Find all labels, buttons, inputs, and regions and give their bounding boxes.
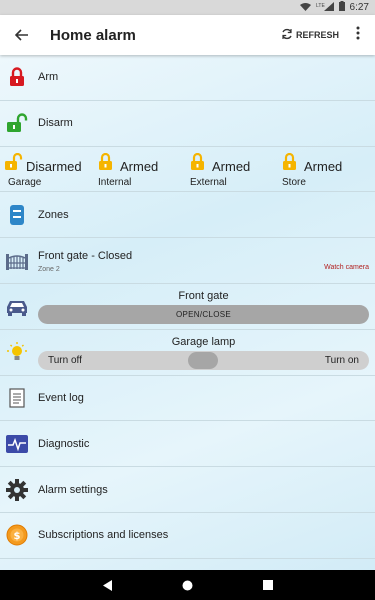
light-bulb-icon: [0, 330, 34, 376]
watch-camera-link[interactable]: Watch camera: [324, 264, 369, 271]
zones-item[interactable]: Zones: [0, 192, 375, 239]
nav-back-icon[interactable]: [68, 570, 148, 600]
diagnostic-label: Diagnostic: [38, 437, 90, 450]
lock-open-icon: [0, 101, 34, 146]
lock-closed-amber-icon: [98, 152, 118, 176]
back-arrow-icon[interactable]: [0, 15, 44, 55]
subscriptions-label: Subscriptions and licenses: [38, 529, 169, 542]
car-icon: [0, 284, 34, 330]
nav-home-icon[interactable]: [148, 570, 228, 600]
refresh-button[interactable]: REFRESH: [281, 28, 339, 43]
app-bar: Home alarm REFRESH: [0, 15, 375, 55]
front-gate-zone: Zone 2: [38, 266, 60, 274]
partition-external[interactable]: Armed External: [190, 147, 282, 193]
garage-lamp-title: Garage lamp: [171, 335, 236, 348]
subscriptions-item[interactable]: $ Subscriptions and licenses: [0, 513, 375, 559]
event-log-label: Event log: [38, 391, 84, 404]
arm-label: Arm: [38, 71, 59, 84]
partition-name: Garage: [8, 176, 42, 188]
arm-item[interactable]: Arm: [0, 55, 375, 101]
signal-icon: LTE: [316, 2, 334, 13]
garage-lamp-switch[interactable]: Turn off Turn on: [38, 350, 369, 370]
alarm-settings-item[interactable]: Alarm settings: [0, 467, 375, 513]
front-gate-control: Front gate OPEN/CLOSE: [0, 284, 375, 330]
menu-list: Arm Disarm Disarmed Garage Armed Interna…: [0, 55, 375, 559]
lock-closed-amber-icon: [190, 152, 210, 176]
gate-icon: [0, 238, 34, 283]
partition-state: Disarmed: [26, 158, 82, 174]
pulse-icon: [0, 421, 34, 466]
partition-name: Store: [282, 176, 306, 188]
lock-open-amber-icon: [4, 152, 24, 176]
front-gate-status: Front gate - Closed: [38, 250, 133, 263]
lock-closed-amber-icon: [282, 152, 302, 176]
partition-state: Armed: [212, 158, 251, 174]
refresh-label: REFRESH: [295, 30, 339, 40]
diagnostic-item[interactable]: Diagnostic: [0, 421, 375, 468]
wifi-icon: [299, 2, 311, 14]
nav-recents-icon[interactable]: [228, 570, 308, 600]
overflow-menu-icon[interactable]: [347, 26, 369, 45]
garage-lamp-control: Garage lamp Turn off Turn on: [0, 330, 375, 376]
disarm-label: Disarm: [38, 117, 73, 130]
status-bar: LTE 6:27: [0, 0, 375, 15]
turn-off-label[interactable]: Turn off: [48, 355, 82, 366]
refresh-icon: [281, 28, 293, 43]
turn-on-label[interactable]: Turn on: [325, 355, 359, 366]
alarm-settings-label: Alarm settings: [38, 483, 108, 496]
partition-name: External: [190, 176, 227, 188]
document-icon: [0, 376, 34, 421]
open-close-button[interactable]: OPEN/CLOSE: [38, 304, 369, 324]
partition-name: Internal: [98, 176, 132, 188]
signal-text: LTE: [316, 3, 325, 9]
partition-state: Armed: [304, 158, 343, 174]
svg-text:$: $: [14, 531, 21, 542]
dollar-coin-icon: $: [0, 513, 34, 558]
system-nav-bar: [0, 570, 375, 600]
battery-icon: [338, 1, 345, 14]
lock-closed-icon: [0, 55, 34, 100]
front-gate-title: Front gate: [178, 289, 229, 302]
status-time: 6:27: [349, 2, 369, 13]
zones-icon: [0, 192, 34, 237]
partition-garage[interactable]: Disarmed Garage: [4, 147, 96, 193]
front-gate-status-row[interactable]: Front gate - Closed Zone 2 Watch camera: [0, 238, 375, 284]
partition-state: Armed: [120, 158, 159, 174]
page-title: Home alarm: [50, 26, 136, 44]
event-log-item[interactable]: Event log: [0, 376, 375, 422]
switch-knob[interactable]: [188, 351, 218, 369]
partitions-row: Disarmed Garage Armed Internal Armed Ext…: [0, 147, 375, 193]
partition-store[interactable]: Armed Store: [282, 147, 374, 193]
gear-icon: [0, 467, 34, 512]
disarm-item[interactable]: Disarm: [0, 101, 375, 147]
zones-label: Zones: [38, 208, 69, 221]
partition-internal[interactable]: Armed Internal: [98, 147, 190, 193]
